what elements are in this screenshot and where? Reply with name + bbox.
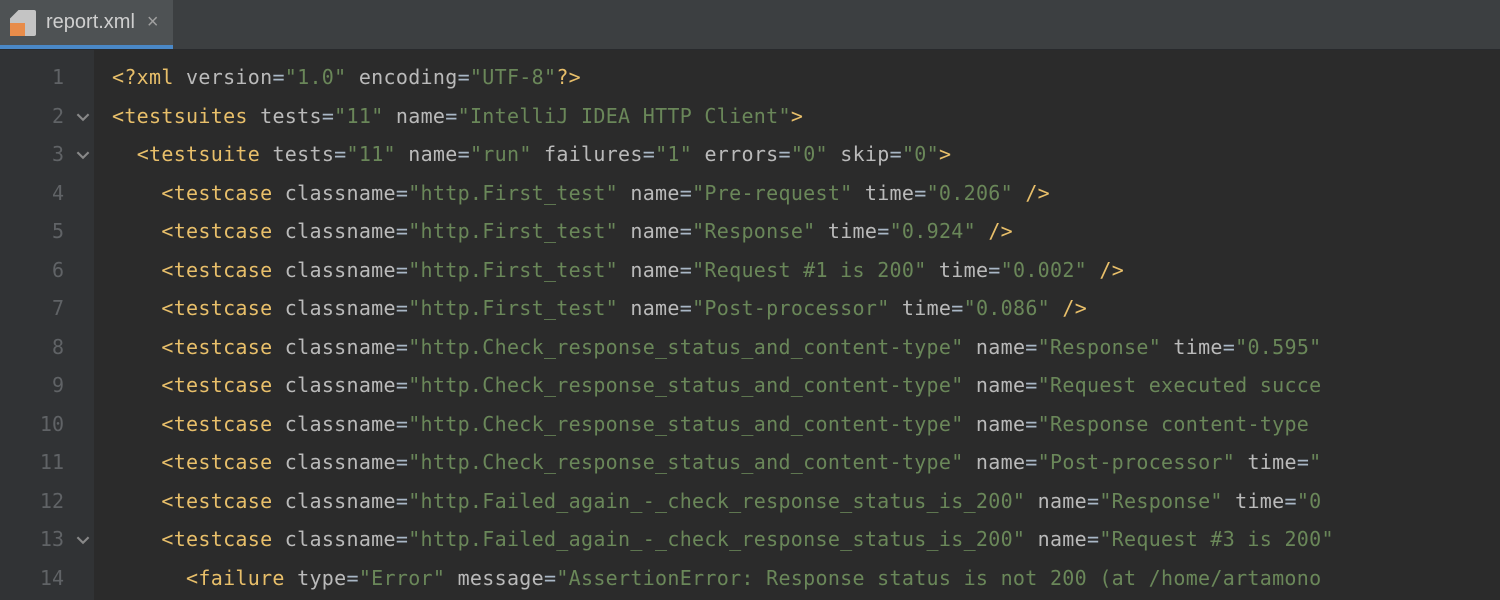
fold-column [74,50,94,600]
code-line[interactable]: <testcase classname="http.Failed_again_-… [112,482,1500,521]
code-line[interactable]: <testsuite tests="11" name="run" failure… [112,135,1500,174]
code-line[interactable]: <testcase classname="http.First_test" na… [112,251,1500,290]
line-number: 9 [0,366,64,405]
line-number: 3 [0,135,64,174]
editor-tab[interactable]: report.xml × [0,0,173,49]
tab-bar: report.xml × [0,0,1500,50]
line-number: 7 [0,289,64,328]
line-number: 8 [0,328,64,367]
code-line[interactable]: <testcase classname="http.Check_response… [112,443,1500,482]
code-line[interactable]: <testcase classname="http.Check_response… [112,328,1500,367]
fold-handle-icon[interactable] [76,148,90,162]
code-line[interactable]: <testcase classname="http.First_test" na… [112,289,1500,328]
code-line[interactable]: <testcase classname="http.Check_response… [112,405,1500,444]
line-number: 12 [0,482,64,521]
code-line[interactable]: <testcase classname="http.First_test" na… [112,174,1500,213]
fold-handle-icon[interactable] [76,110,90,124]
line-number: 4 [0,174,64,213]
code-line[interactable]: <testcase classname="http.Check_response… [112,366,1500,405]
line-number: 5 [0,212,64,251]
xml-file-icon [10,10,36,36]
line-number: 11 [0,443,64,482]
code-line[interactable]: <failure type="Error" message="Assertion… [112,559,1500,598]
code-line[interactable]: <testcase classname="http.Failed_again_-… [112,520,1500,559]
line-number: 13 [0,520,64,559]
line-number: 10 [0,405,64,444]
code-line[interactable]: <testcase classname="http.First_test" na… [112,212,1500,251]
fold-handle-icon[interactable] [76,533,90,547]
code-editor[interactable]: 1 2 3 4 5 6 7 8 9 10 11 12 13 14 <?xml v… [0,50,1500,600]
code-line[interactable]: <testsuites tests="11" name="IntelliJ ID… [112,97,1500,136]
line-number: 2 [0,97,64,136]
line-number-gutter: 1 2 3 4 5 6 7 8 9 10 11 12 13 14 [0,50,94,600]
code-area[interactable]: <?xml version="1.0" encoding="UTF-8"?><t… [94,50,1500,600]
line-number: 1 [0,58,64,97]
line-number: 6 [0,251,64,290]
close-tab-icon[interactable]: × [147,11,159,34]
tab-filename: report.xml [46,11,135,34]
line-number: 14 [0,559,64,598]
code-line[interactable]: <?xml version="1.0" encoding="UTF-8"?> [112,58,1500,97]
